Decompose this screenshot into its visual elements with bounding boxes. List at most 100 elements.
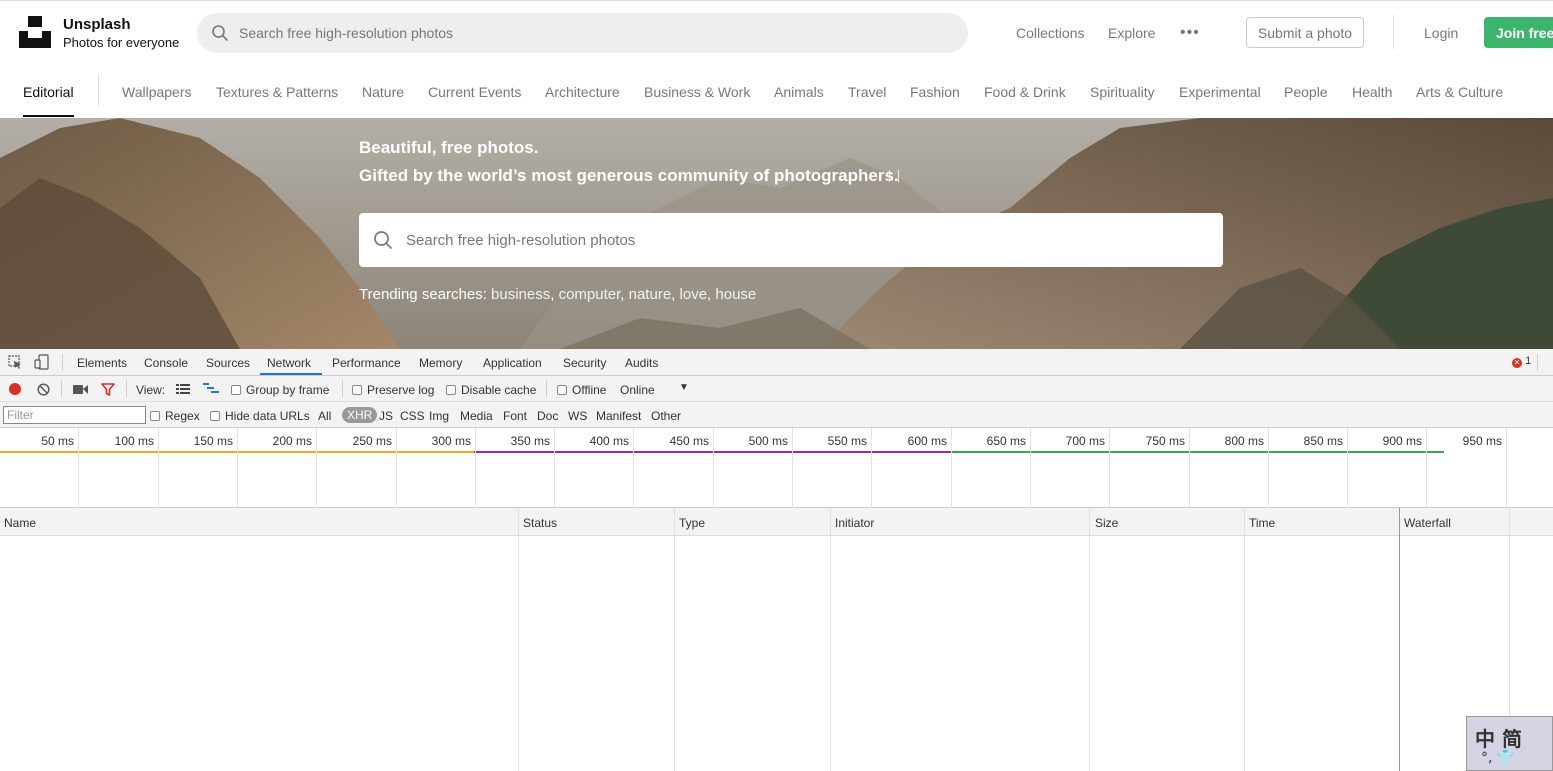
filter-type-other[interactable]: Other — [651, 409, 681, 423]
category-editorial[interactable]: Editorial — [23, 84, 74, 100]
trending-term[interactable]: house — [715, 286, 756, 303]
timeline-tick-label: 600 ms — [907, 434, 947, 448]
category-item[interactable]: Health — [1352, 84, 1392, 100]
category-item[interactable]: Travel — [848, 84, 886, 100]
column-size[interactable]: Size — [1095, 516, 1118, 530]
filter-type-doc[interactable]: Doc — [537, 409, 558, 423]
hide-data-urls-checkbox[interactable]: Hide data URLs — [210, 409, 310, 423]
category-item[interactable]: Food & Drink — [984, 84, 1066, 100]
trending-term[interactable]: nature — [629, 286, 672, 303]
brand-block[interactable]: Unsplash Photos for everyone — [63, 16, 179, 51]
inspect-element-icon[interactable] — [8, 355, 23, 370]
trending-term[interactable]: computer — [559, 286, 621, 303]
category-item[interactable]: Experimental — [1179, 84, 1261, 100]
capture-screenshots-icon[interactable] — [73, 384, 88, 395]
regex-checkbox[interactable]: Regex — [150, 409, 200, 423]
filter-input[interactable] — [3, 406, 146, 424]
network-overview-timeline[interactable]: 50 ms 100 ms 150 ms 200 ms 250 ms 300 ms 350 m… — [0, 428, 1553, 508]
login-link[interactable]: Login — [1424, 25, 1458, 41]
error-icon: ✕ — [1512, 358, 1522, 368]
error-count-badge[interactable]: ✕ 1 — [1512, 355, 1531, 368]
tab-audits[interactable]: Audits — [625, 356, 658, 370]
category-item[interactable]: Textures & Patterns — [216, 84, 338, 100]
waterfall-overview-icon[interactable] — [203, 383, 219, 395]
filter-type-font[interactable]: Font — [503, 409, 527, 423]
filter-type-js[interactable]: JS — [379, 409, 393, 423]
brand-name: Unsplash — [63, 16, 131, 33]
submit-photo-button[interactable]: Submit a photo — [1246, 17, 1364, 48]
column-name[interactable]: Name — [4, 516, 36, 530]
offline-checkbox[interactable]: Offline — [557, 383, 606, 397]
checkbox-box — [210, 411, 220, 421]
disable-cache-checkbox[interactable]: Disable cache — [446, 383, 536, 397]
category-item[interactable]: Arts & Culture — [1416, 84, 1503, 100]
nav-collections[interactable]: Collections — [1016, 25, 1084, 41]
tab-security[interactable]: Security — [563, 356, 606, 370]
hero-search-input[interactable] — [406, 213, 1206, 267]
tab-elements[interactable]: Elements — [77, 356, 127, 370]
category-item[interactable]: People — [1284, 84, 1328, 100]
filter-type-all[interactable]: All — [318, 409, 331, 423]
column-divider[interactable] — [830, 508, 831, 771]
timeline-gridline — [1189, 428, 1190, 508]
trending-term[interactable]: love — [680, 286, 708, 303]
category-item[interactable]: Nature — [362, 84, 404, 100]
requests-table-header: Name Status Type Initiator Size Time Wat… — [0, 508, 1553, 536]
ime-status-widget[interactable]: 中 简 °, 👕 — [1466, 716, 1553, 771]
timeline-gridline — [951, 428, 952, 508]
timeline-tick-label: 700 ms — [1065, 434, 1105, 448]
record-icon[interactable] — [9, 383, 21, 395]
timeline-gridline — [633, 428, 634, 508]
filter-type-media[interactable]: Media — [460, 409, 493, 423]
category-item[interactable]: Current Events — [428, 84, 521, 100]
column-divider[interactable] — [1089, 508, 1090, 771]
column-divider[interactable] — [1244, 508, 1245, 771]
unsplash-logo-icon[interactable] — [19, 16, 51, 48]
tab-console[interactable]: Console — [144, 356, 188, 370]
timeline-tick-label: 350 ms — [510, 434, 550, 448]
large-rows-icon[interactable] — [176, 384, 190, 394]
clear-icon[interactable] — [37, 383, 50, 396]
tab-sources[interactable]: Sources — [206, 356, 250, 370]
join-free-button[interactable]: Join free — [1484, 17, 1553, 48]
filter-icon[interactable] — [101, 383, 115, 396]
column-waterfall[interactable]: Waterfall — [1404, 516, 1451, 530]
dropdown-arrow-icon[interactable]: ▼ — [679, 382, 689, 393]
timeline-tick-label: 100 ms — [114, 434, 154, 448]
column-time[interactable]: Time — [1249, 516, 1275, 530]
device-toolbar-icon[interactable] — [34, 354, 50, 370]
filter-type-manifest[interactable]: Manifest — [596, 409, 641, 423]
column-initiator[interactable]: Initiator — [835, 516, 874, 530]
hide-data-urls-label: Hide data URLs — [225, 409, 310, 423]
category-item[interactable]: Architecture — [545, 84, 620, 100]
timeline-tick-label: 250 ms — [352, 434, 392, 448]
column-status[interactable]: Status — [523, 516, 557, 530]
nav-explore[interactable]: Explore — [1108, 25, 1155, 41]
tab-application[interactable]: Application — [483, 356, 542, 370]
category-item[interactable]: Spirituality — [1090, 84, 1155, 100]
category-item[interactable]: Wallpapers — [122, 84, 192, 100]
trending-searches: Trending searches: business, computer, n… — [359, 286, 757, 303]
category-item[interactable]: Animals — [774, 84, 824, 100]
timeline-tick-label: 800 ms — [1224, 434, 1264, 448]
more-dots-icon[interactable]: ••• — [1180, 24, 1200, 42]
preserve-log-checkbox[interactable]: Preserve log — [352, 383, 434, 397]
filter-type-xhr[interactable]: XHR — [342, 407, 378, 423]
column-divider[interactable] — [674, 508, 675, 771]
tab-network[interactable]: Network — [267, 356, 311, 370]
group-by-frame-checkbox[interactable]: Group by frame — [231, 383, 329, 397]
timeline-gridline — [158, 428, 159, 508]
tab-memory[interactable]: Memory — [419, 356, 462, 370]
filter-type-css[interactable]: CSS — [400, 409, 425, 423]
column-type[interactable]: Type — [679, 516, 705, 530]
throttling-select[interactable]: Online — [620, 383, 655, 397]
category-item[interactable]: Business & Work — [644, 84, 750, 100]
trending-term[interactable]: business — [491, 286, 550, 303]
header-search-input[interactable] — [239, 13, 939, 53]
filter-type-ws[interactable]: WS — [568, 409, 587, 423]
category-item[interactable]: Fashion — [910, 84, 960, 100]
tab-performance[interactable]: Performance — [332, 356, 401, 370]
column-divider[interactable] — [1399, 508, 1400, 771]
filter-type-img[interactable]: Img — [429, 409, 449, 423]
column-divider[interactable] — [518, 508, 519, 771]
